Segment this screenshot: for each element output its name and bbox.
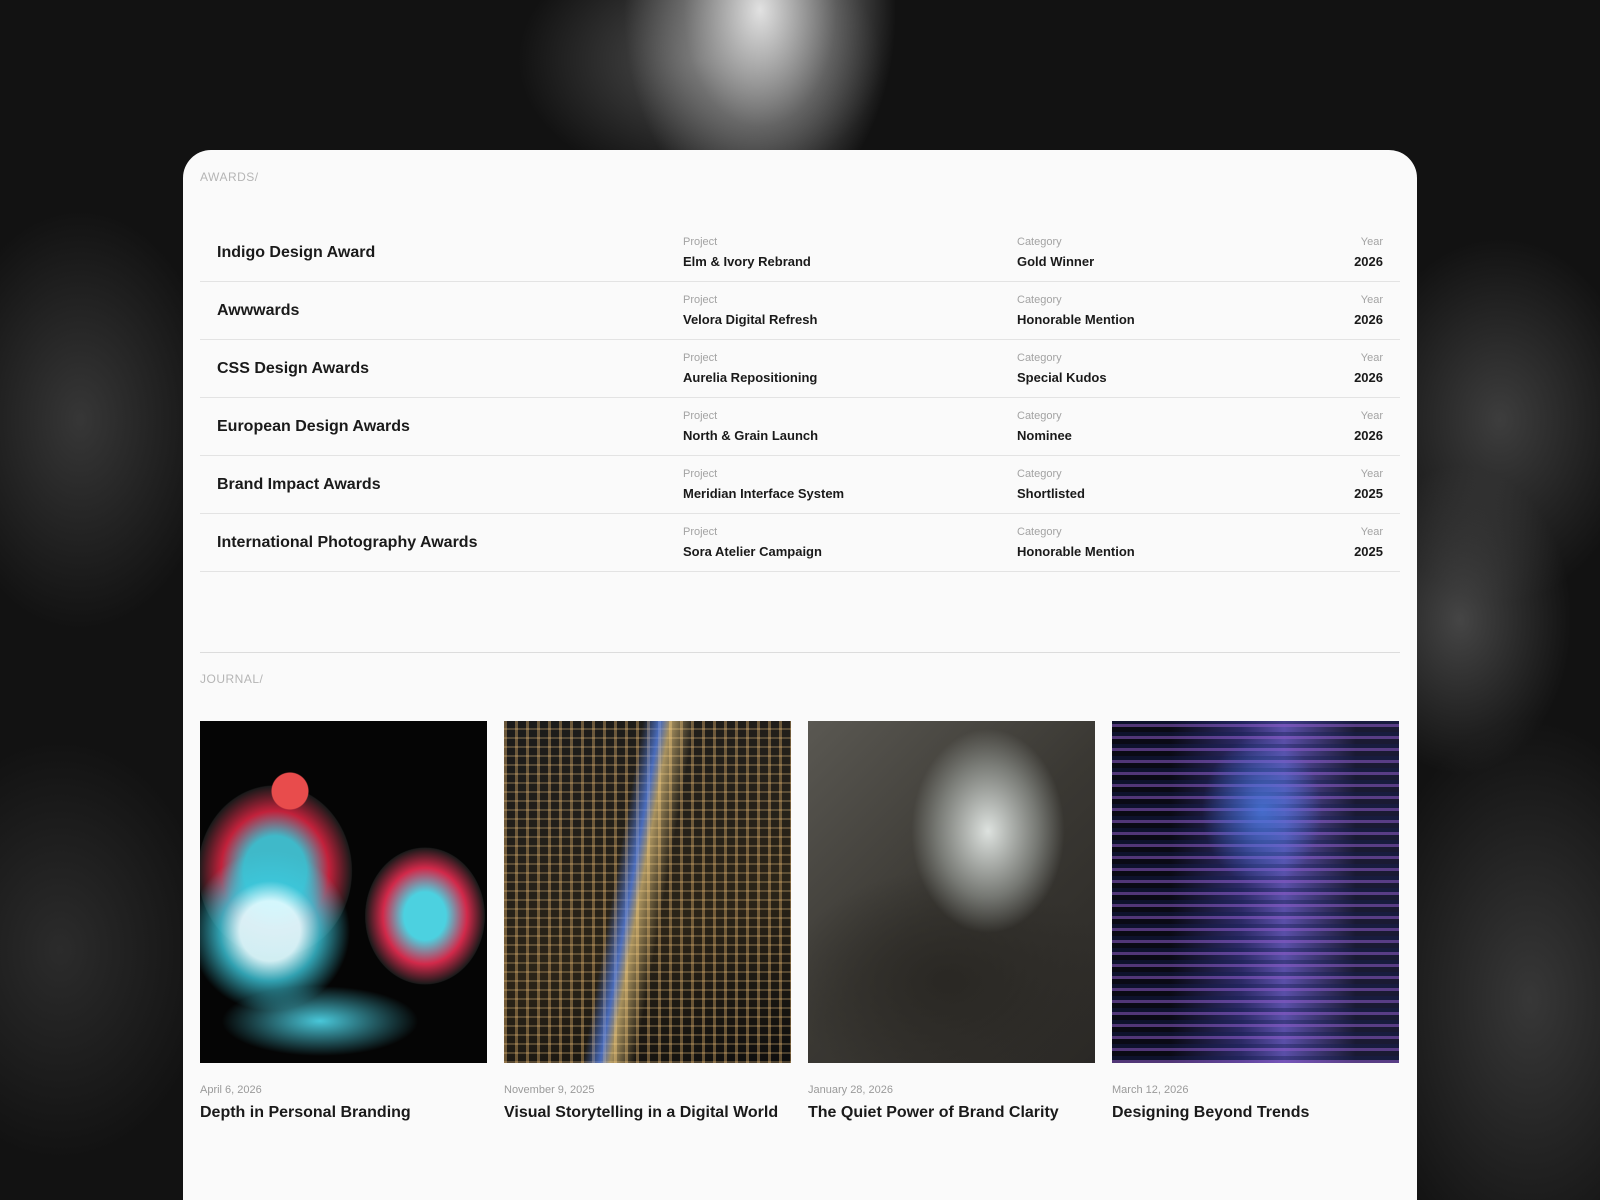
- awards-section-label: AWARDS/: [200, 170, 259, 184]
- journal-card-date: March 12, 2026: [1112, 1084, 1189, 1096]
- project-label: Project: [683, 294, 718, 306]
- year-value: 2026: [1354, 254, 1383, 269]
- award-category-cell: Category Shortlisted: [1017, 468, 1317, 501]
- award-name: CSS Design Awards: [217, 359, 370, 377]
- award-project-cell: Project Meridian Interface System: [683, 468, 1017, 501]
- project-label: Project: [683, 526, 718, 538]
- section-divider: [200, 652, 1400, 653]
- award-year-cell: Year 2026: [1354, 294, 1383, 327]
- journal-card-date: April 6, 2026: [200, 1084, 262, 1096]
- journal-card-image[interactable]: [504, 721, 791, 1063]
- year-value: 2025: [1354, 544, 1383, 559]
- project-value: Sora Atelier Campaign: [683, 544, 822, 559]
- award-year-cell: Year 2026: [1354, 352, 1383, 385]
- year-value: 2026: [1354, 428, 1383, 443]
- journal-card-date: January 28, 2026: [808, 1084, 894, 1096]
- award-row[interactable]: International Photography Awards Project…: [200, 514, 1400, 572]
- award-project-cell: Project Aurelia Repositioning: [683, 352, 1017, 385]
- project-value: Elm & Ivory Rebrand: [683, 254, 811, 269]
- year-label: Year: [1360, 410, 1383, 422]
- journal-card-title[interactable]: Designing Beyond Trends: [1112, 1104, 1399, 1122]
- award-row[interactable]: Awwwards Project Velora Digital Refresh …: [200, 282, 1400, 340]
- award-row[interactable]: Brand Impact Awards Project Meridian Int…: [200, 456, 1400, 514]
- journal-card[interactable]: April 6, 2026 Depth in Personal Branding: [200, 721, 487, 1122]
- journal-card-image[interactable]: [1112, 721, 1399, 1063]
- award-category-cell: Category Gold Winner: [1017, 236, 1317, 269]
- award-row[interactable]: European Design Awards Project North & G…: [200, 398, 1400, 456]
- award-project-cell: Project Sora Atelier Campaign: [683, 526, 1017, 559]
- year-label: Year: [1360, 526, 1383, 538]
- award-year-cell: Year 2025: [1354, 526, 1383, 559]
- category-label: Category: [1017, 468, 1062, 480]
- category-value: Nominee: [1017, 428, 1072, 443]
- journal-card-image[interactable]: [808, 721, 1095, 1063]
- award-category-cell: Category Honorable Mention: [1017, 526, 1317, 559]
- award-name: Awwwards: [217, 301, 300, 319]
- project-label: Project: [683, 410, 718, 422]
- award-category-cell: Category Honorable Mention: [1017, 294, 1317, 327]
- award-project-cell: Project Elm & Ivory Rebrand: [683, 236, 1017, 269]
- year-value: 2025: [1354, 486, 1383, 501]
- category-value: Honorable Mention: [1017, 544, 1135, 559]
- content-panel: AWARDS/ Indigo Design Award Project Elm …: [183, 150, 1417, 1200]
- award-name: European Design Awards: [217, 417, 410, 435]
- year-label: Year: [1360, 468, 1383, 480]
- project-value: Meridian Interface System: [683, 486, 845, 501]
- journal-section-label: JOURNAL/: [200, 672, 264, 686]
- award-row[interactable]: CSS Design Awards Project Aurelia Reposi…: [200, 340, 1400, 398]
- award-category-cell: Category Special Kudos: [1017, 352, 1317, 385]
- journal-card-image[interactable]: [200, 721, 487, 1063]
- project-value: Aurelia Repositioning: [683, 370, 818, 385]
- project-label: Project: [683, 236, 718, 248]
- year-value: 2026: [1354, 312, 1383, 327]
- year-label: Year: [1360, 352, 1383, 364]
- journal-card-title[interactable]: The Quiet Power of Brand Clarity: [808, 1104, 1095, 1122]
- journal-card[interactable]: March 12, 2026 Designing Beyond Trends: [1112, 721, 1399, 1122]
- award-category-cell: Category Nominee: [1017, 410, 1317, 443]
- category-label: Category: [1017, 236, 1062, 248]
- category-value: Shortlisted: [1017, 486, 1085, 501]
- journal-card-date: November 9, 2025: [504, 1084, 595, 1096]
- year-label: Year: [1360, 294, 1383, 306]
- award-year-cell: Year 2025: [1354, 468, 1383, 501]
- award-year-cell: Year 2026: [1354, 410, 1383, 443]
- award-name: Brand Impact Awards: [217, 475, 381, 493]
- category-label: Category: [1017, 526, 1062, 538]
- award-name: International Photography Awards: [217, 533, 478, 551]
- category-label: Category: [1017, 294, 1062, 306]
- journal-card[interactable]: November 9, 2025 Visual Storytelling in …: [504, 721, 791, 1122]
- category-label: Category: [1017, 410, 1062, 422]
- project-value: Velora Digital Refresh: [683, 312, 818, 327]
- journal-grid: April 6, 2026 Depth in Personal Branding…: [200, 721, 1400, 1122]
- category-value: Special Kudos: [1017, 370, 1107, 385]
- category-value: Gold Winner: [1017, 254, 1095, 269]
- journal-card[interactable]: January 28, 2026 The Quiet Power of Bran…: [808, 721, 1095, 1122]
- awards-list: Indigo Design Award Project Elm & Ivory …: [200, 224, 1400, 572]
- year-value: 2026: [1354, 370, 1383, 385]
- award-project-cell: Project Velora Digital Refresh: [683, 294, 1017, 327]
- award-year-cell: Year 2026: [1354, 236, 1383, 269]
- award-row[interactable]: Indigo Design Award Project Elm & Ivory …: [200, 224, 1400, 282]
- journal-card-title[interactable]: Visual Storytelling in a Digital World: [504, 1104, 791, 1122]
- award-name: Indigo Design Award: [217, 243, 376, 261]
- category-label: Category: [1017, 352, 1062, 364]
- award-project-cell: Project North & Grain Launch: [683, 410, 1017, 443]
- project-label: Project: [683, 468, 718, 480]
- category-value: Honorable Mention: [1017, 312, 1135, 327]
- project-value: North & Grain Launch: [683, 428, 819, 443]
- project-label: Project: [683, 352, 718, 364]
- year-label: Year: [1360, 236, 1383, 248]
- journal-card-title[interactable]: Depth in Personal Branding: [200, 1104, 487, 1122]
